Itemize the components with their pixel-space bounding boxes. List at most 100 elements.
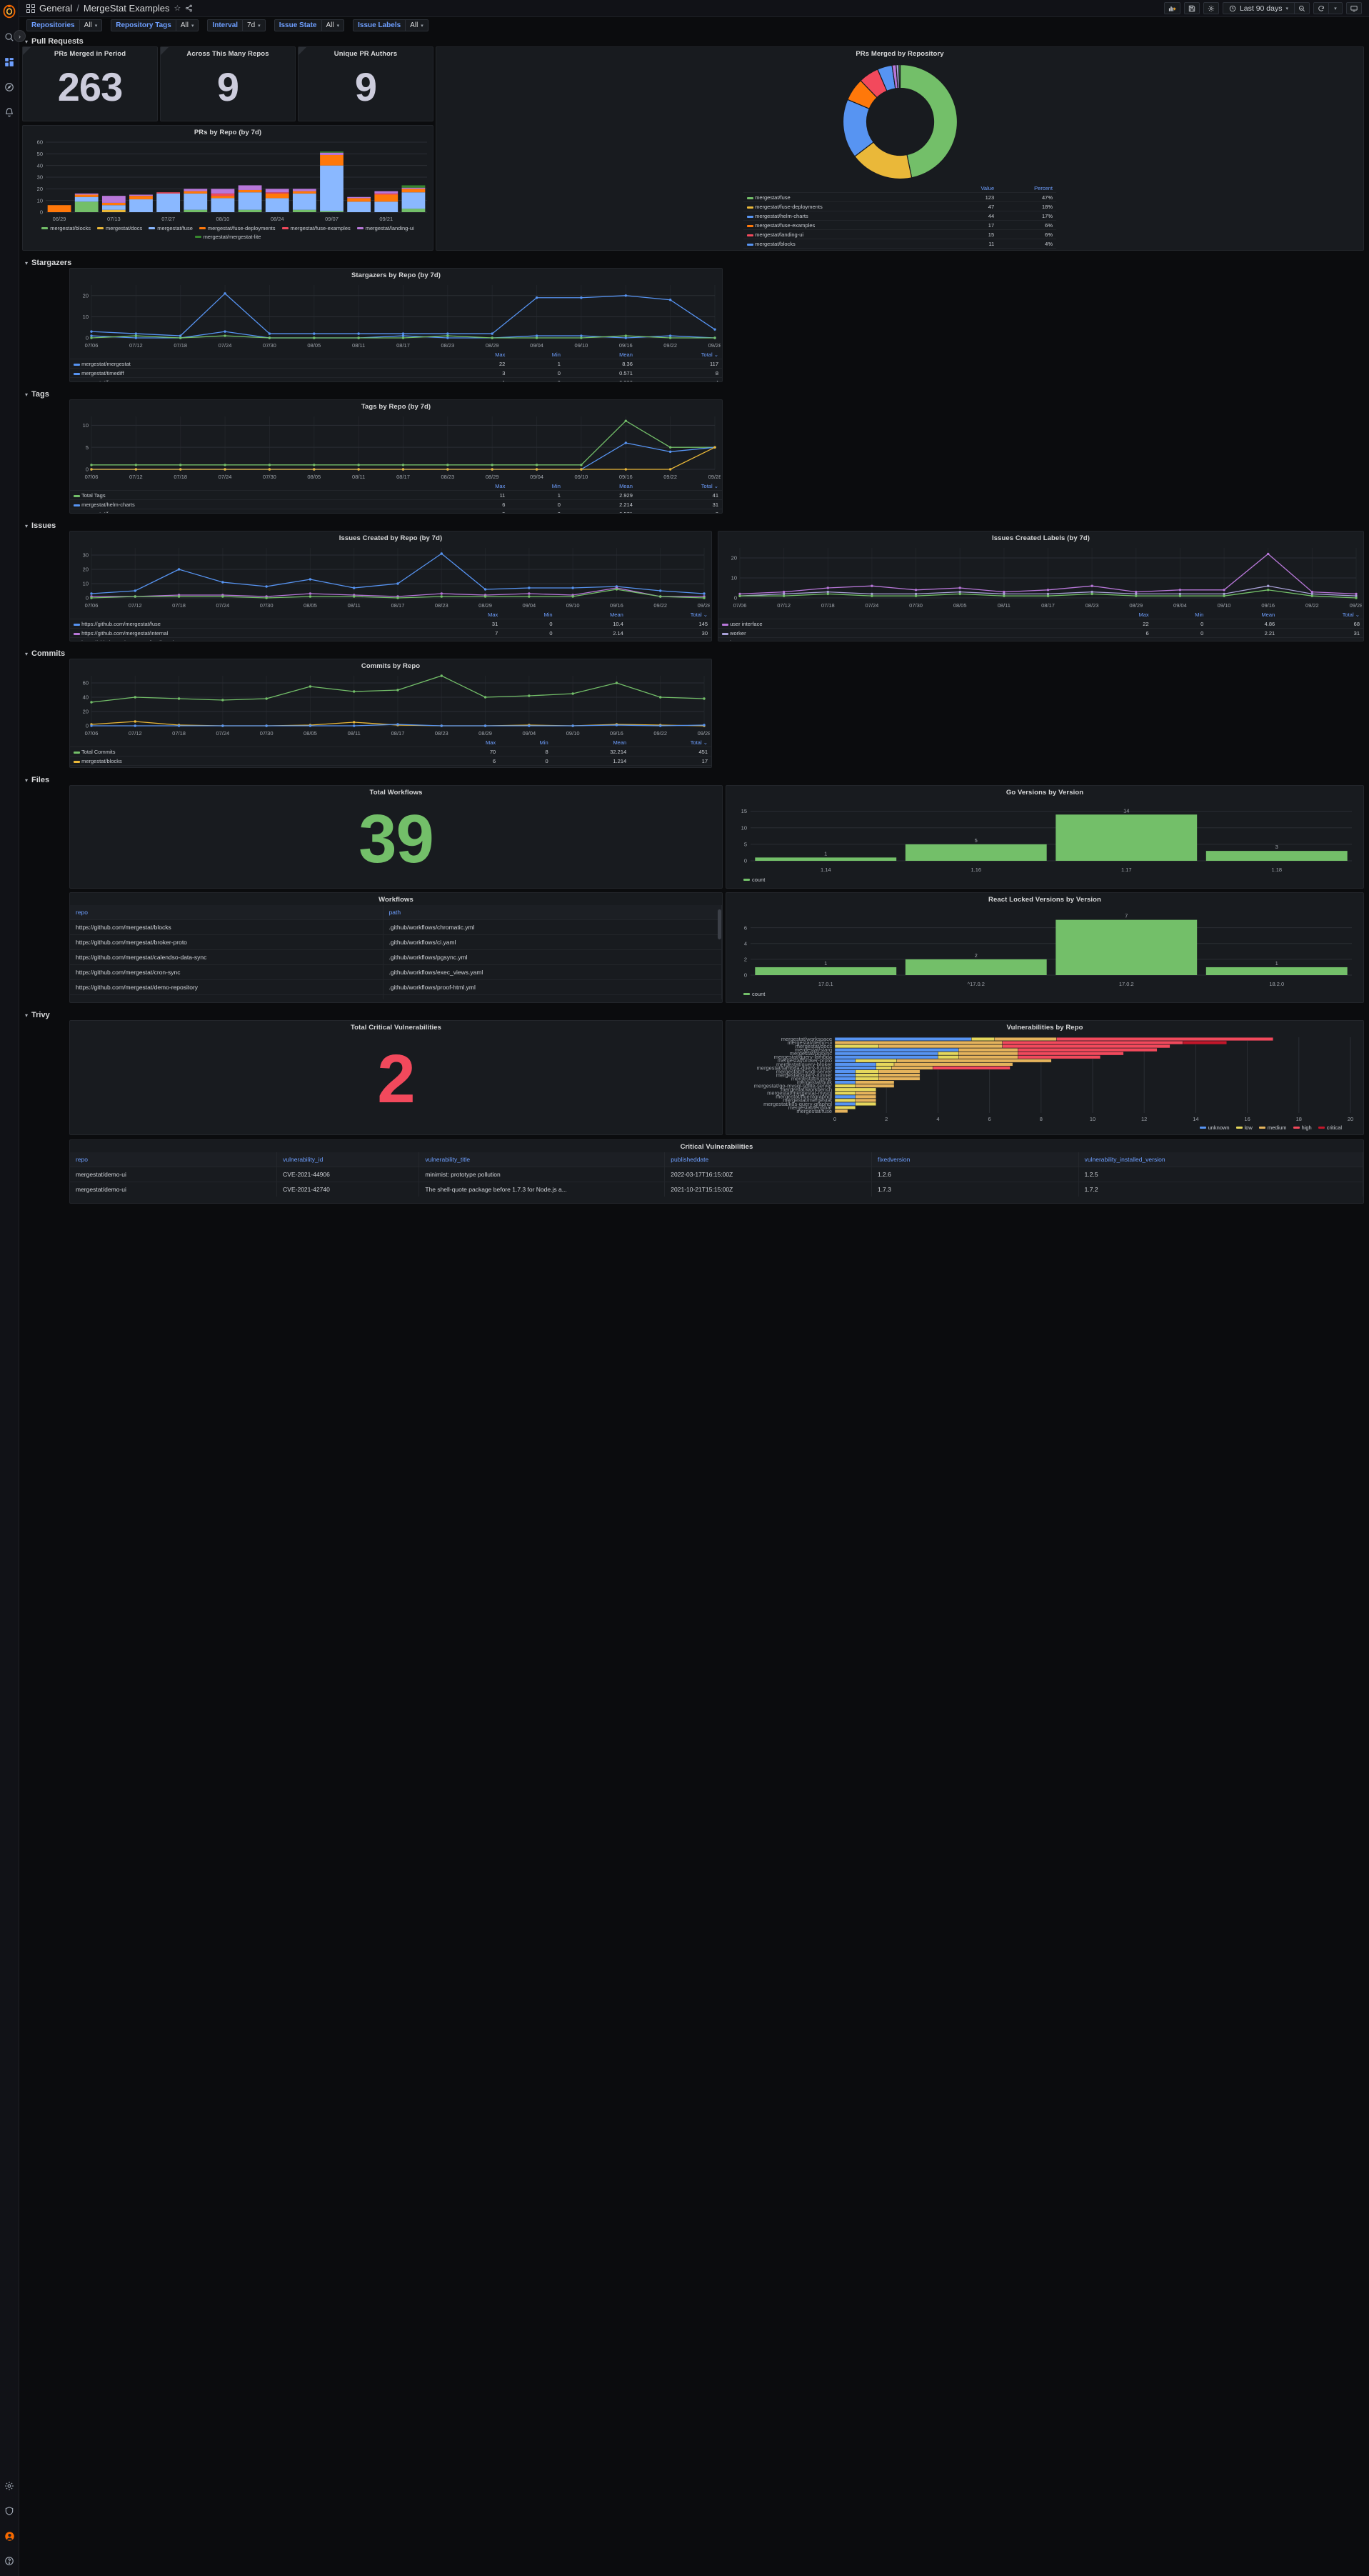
panel-info-icon[interactable] <box>23 47 31 55</box>
critical-vulnerabilities-data-table[interactable]: repo vulnerability_id vulnerability_title p… <box>70 1152 1363 1197</box>
breadcrumb-dashboard-title[interactable]: MergeStat Examples <box>84 3 170 14</box>
row-header-pull-requests[interactable]: ▾ Pull Requests <box>25 36 84 46</box>
panel-commits-by-repo[interactable]: Commits by Repo 0 20 40 60 07/06 07/12 07/18 07… <box>69 659 712 768</box>
tv-mode-button[interactable] <box>1346 2 1362 14</box>
legend-stat-header[interactable]: Mean <box>552 739 631 747</box>
legend-series-label[interactable]: mergestat/landing-ui <box>743 229 951 239</box>
legend-series-label[interactable]: mergestat/blocks <box>743 239 951 249</box>
legend-series-label[interactable]: mergestat/fuse <box>743 192 951 202</box>
legend-row[interactable]: mergestat/fuse-deployments 47 18% <box>743 201 1056 211</box>
column-header[interactable]: path <box>383 905 722 920</box>
row-header-files[interactable]: ▾ Files <box>25 775 49 785</box>
column-header[interactable]: vulnerability_installed_version <box>1078 1152 1363 1167</box>
legend-series-label[interactable]: user interface <box>718 619 1093 629</box>
table-row[interactable]: mergestat/demo-ui CVE-2021-42740 The shell… <box>70 1182 1363 1197</box>
legend-header[interactable]: Value <box>951 184 998 193</box>
legend-series-label[interactable]: mergestat/fuse <box>70 377 448 381</box>
legend-stat-header[interactable]: Mean <box>556 611 627 619</box>
legend-row[interactable]: mergestat/blocks 6 0 1.214 17 <box>70 756 711 766</box>
legend-stat-header[interactable]: Max <box>442 739 499 747</box>
save-dashboard-button[interactable] <box>1183 2 1200 14</box>
table-row[interactable]: https://github.com/mergestat/blocks .gith… <box>70 919 722 935</box>
legend-stat-header[interactable]: Max <box>442 611 501 619</box>
legend-series-label[interactable]: Total Commits <box>70 747 442 757</box>
explore-icon[interactable] <box>3 81 16 94</box>
legend-row[interactable]: worker 6 0 2.21 31 <box>718 628 1363 638</box>
legend-series-label[interactable]: mergestat/timediff <box>70 368 448 378</box>
legend-item[interactable]: mergestat/fuse-examples <box>281 225 351 231</box>
legend-row[interactable]: mergestat/mergestat-lite31% <box>743 248 1056 250</box>
share-icon[interactable] <box>185 4 193 12</box>
workflows-data-table[interactable]: repo path https://github.com/mergestat/blo… <box>70 905 722 999</box>
legend-stat-header[interactable]: Mean <box>564 482 636 491</box>
legend-item[interactable]: mergestat/fuse-deployments <box>199 225 276 231</box>
legend-row[interactable]: user interface 22 0 4.86 68 <box>718 619 1363 629</box>
legend-row[interactable]: mergestat/fuse 1 0 0.286 4 <box>70 377 722 381</box>
dashboard-settings-button[interactable] <box>1203 2 1219 14</box>
legend-stat-header[interactable]: Mean <box>1207 611 1278 619</box>
row-header-commits[interactable]: ▾ Commits <box>25 649 65 659</box>
legend-row[interactable]: Total Tags 11 1 2.929 41 <box>70 490 722 500</box>
legend-series-label[interactable]: mergestat/helm-charts <box>743 211 951 221</box>
legend-stat-header[interactable]: Min <box>508 351 564 359</box>
legend-stat-header[interactable]: Total ⌄ <box>636 482 722 491</box>
row-header-stargazers[interactable]: ▾ Stargazers <box>25 258 71 268</box>
panel-prs-merged-in-period[interactable]: PRs Merged in Period 263 <box>22 46 158 121</box>
panel-issues-created-by-repo[interactable]: Issues Created by Repo (by 7d) 0 10 20 30 07… <box>69 531 712 641</box>
table-row[interactable]: mergestat/demo-ui CVE-2021-44906 minimist:… <box>70 1167 1363 1182</box>
legend-series-label[interactable]: https://github.com/mergestat/internal <box>70 628 442 638</box>
legend-item[interactable]: count <box>743 991 765 997</box>
legend-series-label[interactable]: mergestat/calendso-data-sync <box>70 765 442 767</box>
legend-stat-header[interactable]: Total ⌄ <box>630 739 711 747</box>
row-header-tags[interactable]: ▾ Tags <box>25 389 49 399</box>
legend-stat-header[interactable]: Min <box>1153 611 1208 619</box>
row-header-trivy[interactable]: ▾ Trivy <box>25 1010 50 1020</box>
refresh-dashboard-button[interactable] <box>1313 2 1328 14</box>
legend-stat-header[interactable]: Min <box>508 482 564 491</box>
legend-series-label[interactable]: mergestat/mergestat-lite <box>743 248 951 250</box>
server-admin-icon[interactable] <box>3 2505 16 2517</box>
zoom-out-time-button[interactable] <box>1294 2 1310 14</box>
expand-nav-button[interactable]: › <box>14 30 26 42</box>
panel-total-workflows[interactable]: Total Workflows 39 <box>69 785 723 889</box>
configuration-icon[interactable] <box>3 2480 16 2492</box>
legend-row[interactable]: mergestat/helm-charts 44 17% <box>743 211 1056 221</box>
column-header[interactable]: repo <box>70 905 383 920</box>
legend-item[interactable]: critical <box>1318 1124 1342 1131</box>
panel-tags-by-repo[interactable]: Tags by Repo (by 7d) 0 5 10 07/06 07/12 07/18… <box>69 399 723 514</box>
table-row[interactable]: https://github.com/mergestat/demo-reposi… <box>70 979 722 995</box>
legend-series-label[interactable]: mergestat/blocks <box>70 756 442 766</box>
panel-info-icon[interactable] <box>161 47 169 55</box>
panel-workflows-table[interactable]: Workflows repo path https://github.com/mer… <box>69 892 723 1003</box>
legend-row[interactable]: mergestat/calendso-data-sync200.1432 <box>70 765 711 767</box>
help-icon[interactable] <box>3 2555 16 2567</box>
legend-series-label[interactable]: mergestat/fuse-examples <box>743 220 951 230</box>
panel-across-this-many-repos[interactable]: Across This Many Repos 9 <box>160 46 296 121</box>
legend-row[interactable]: bug401.2117 <box>718 637 1363 641</box>
table-scrollbar[interactable] <box>718 909 721 939</box>
legend-row[interactable]: mergestat/blocks 11 4% <box>743 239 1056 249</box>
legend-row[interactable]: https://github.com/mergestat/landing-ui6… <box>70 637 711 641</box>
legend-row[interactable]: https://github.com/mergestat/fuse 31 0 10.4… <box>70 619 711 629</box>
legend-series-label[interactable]: mergestat/mergestat <box>70 359 448 369</box>
legend-series-label[interactable]: Total Tags <box>70 490 448 500</box>
legend-row[interactable]: mergestat/helm-charts 6 0 2.214 31 <box>70 499 722 509</box>
variable-issue-state-select[interactable]: All ▾ <box>321 19 345 31</box>
panel-stargazers-by-repo[interactable]: Stargazers by Repo (by 7d) 0 10 20 07/06 07/… <box>69 268 723 382</box>
legend-stat-header[interactable]: Max <box>448 482 509 491</box>
legend-stat-header[interactable]: Mean <box>564 351 636 359</box>
legend-series-label[interactable]: mergestat/helm-charts <box>70 499 448 509</box>
legend-stat-header[interactable]: Total ⌄ <box>636 351 722 359</box>
legend-stat-header[interactable]: Min <box>501 611 556 619</box>
legend-row[interactable]: mergestat/landing-ui 15 6% <box>743 229 1056 239</box>
column-header[interactable]: fixedversion <box>871 1152 1079 1167</box>
legend-row[interactable]: https://github.com/mergestat/internal 7 0 2… <box>70 628 711 638</box>
legend-stat-header[interactable]: Total ⌄ <box>1278 611 1363 619</box>
column-header[interactable]: vulnerability_id <box>276 1152 420 1167</box>
legend-series-label[interactable]: worker <box>718 628 1093 638</box>
legend-item[interactable]: unknown <box>1199 1124 1230 1131</box>
table-row[interactable]: https://github.com/mergestat/demo-reposi… <box>70 994 722 999</box>
legend-header[interactable]: Percent <box>998 184 1056 193</box>
legend-series-label[interactable]: bug <box>718 637 1093 641</box>
table-row[interactable]: https://github.com/mergestat/broker-prot… <box>70 934 722 950</box>
